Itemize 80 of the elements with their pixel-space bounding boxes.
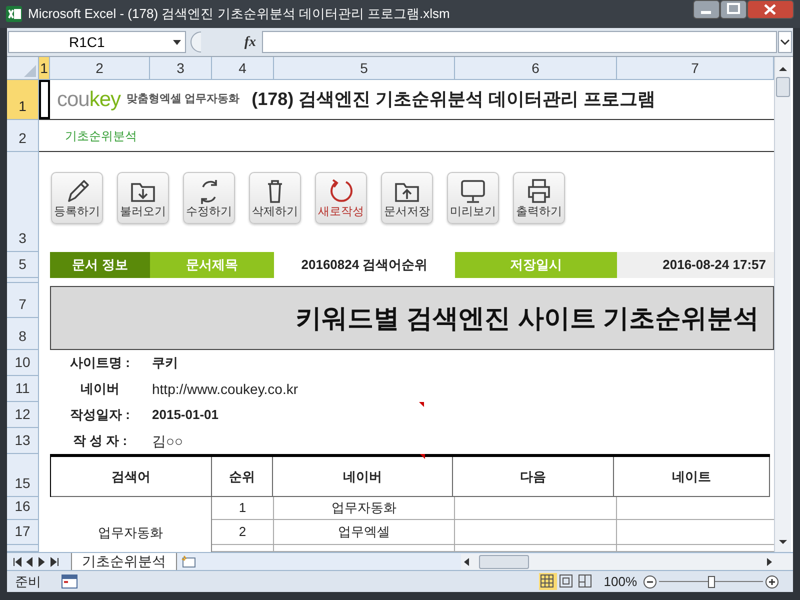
row-header[interactable]: 15	[7, 454, 39, 497]
scrollbar-thumb[interactable]	[479, 554, 529, 568]
zoom-in-icon[interactable]	[765, 574, 779, 588]
status-text: 준비	[14, 572, 42, 591]
info-label: 문서제목	[150, 252, 274, 278]
field-label: 사이트명 :	[69, 354, 131, 372]
report-title: 키워드별 검색엔진 사이트 기초순위분석	[50, 286, 774, 350]
excel-logo-icon	[6, 6, 22, 22]
row-header[interactable]: 10	[7, 350, 39, 376]
column-heading: 순위	[212, 457, 273, 497]
sheet-title: (178) 검색엔진 기초순위분석 데이터관리 프로그램	[252, 88, 656, 111]
toolbar-button[interactable]: 삭제하기	[249, 172, 301, 224]
column-header[interactable]: 4	[212, 57, 274, 79]
field-value: 쿠키	[152, 354, 178, 372]
macro-record-icon[interactable]	[61, 574, 79, 590]
row-header[interactable]: 3	[7, 152, 39, 252]
minimize-icon[interactable]	[693, 0, 720, 19]
active-cell[interactable]	[39, 80, 50, 119]
row-header[interactable]: 17	[7, 520, 39, 545]
saved-date-value: 2016-08-24 17:57	[617, 252, 774, 278]
zoom-out-icon[interactable]	[643, 574, 657, 588]
field-label: 작성일자 :	[69, 406, 131, 424]
window-title: Microsoft Excel - (178) 검색엔진 기초순위분석 데이터관리 프로그램.xlsm	[28, 5, 451, 24]
comment-marker-icon	[420, 454, 425, 459]
column-heading: 검색어	[51, 457, 212, 497]
brand-tagline: 맞춤형엑셀 업무자동화	[126, 92, 240, 108]
zoom-level: 100%	[604, 572, 637, 591]
column-header[interactable]: 6	[455, 57, 617, 79]
normal-view-icon[interactable]	[538, 573, 557, 590]
table-cell: 업무엑셀	[274, 520, 455, 545]
column-header[interactable]: 5	[274, 57, 455, 79]
formula-input[interactable]	[262, 31, 777, 53]
row-header[interactable]: 7	[7, 283, 39, 318]
row-header[interactable]: 2	[7, 120, 39, 152]
row-header[interactable]: 8	[7, 318, 39, 350]
comment-marker-icon	[419, 402, 424, 407]
column-heading: 다음	[453, 457, 614, 497]
name-box[interactable]: R1C1	[8, 31, 186, 53]
row-header[interactable]: 5	[7, 252, 39, 278]
row-header[interactable]: 11	[7, 376, 39, 402]
close-icon[interactable]	[747, 0, 794, 19]
scrollbar-thumb[interactable]	[776, 77, 790, 97]
row-header[interactable]: 1	[7, 80, 39, 120]
toolbar-button[interactable]: 출력하기	[513, 172, 565, 224]
row-header[interactable]: 12	[7, 402, 39, 428]
keyword-cell: 업무자동화	[50, 520, 212, 545]
table-cell: 2	[212, 520, 274, 545]
sheet-tab[interactable]: 기초순위분석	[71, 552, 177, 570]
toolbar-button[interactable]: 문서저장	[381, 172, 433, 224]
toolbar-button[interactable]: 수정하기	[183, 172, 235, 224]
column-header[interactable]: 2	[50, 57, 150, 79]
row-header[interactable]: 16	[7, 497, 39, 520]
column-heading: 네이버	[273, 457, 453, 497]
zoom-slider-thumb[interactable]	[708, 576, 714, 588]
expand-handle-icon	[188, 31, 202, 53]
section-label: 기초순위분석	[65, 128, 137, 144]
column-header[interactable]: 1	[39, 57, 50, 79]
toolbar-button[interactable]: 불러오기	[117, 172, 169, 224]
toolbar-button[interactable]: 미리보기	[447, 172, 499, 224]
info-label: 문서 정보	[50, 252, 150, 278]
insert-function-button[interactable]: fx	[202, 32, 262, 52]
field-value: http://www.coukey.co.kr	[152, 380, 298, 399]
document-title-value: 20160824 검색어순위	[300, 256, 429, 274]
cell-reference: R1C1	[69, 32, 105, 52]
expand-formula-icon[interactable]	[778, 31, 792, 53]
column-header[interactable]: 3	[150, 57, 212, 79]
info-label: 저장일시	[455, 252, 617, 278]
table-cell: 업무자동화	[274, 497, 455, 520]
field-value: 2015-01-01	[152, 406, 218, 424]
toolbar-button[interactable]: 등록하기	[51, 172, 103, 224]
brand-logo: coukey	[57, 86, 121, 113]
field-label: 네이버	[80, 380, 120, 398]
column-heading: 네이트	[614, 457, 770, 497]
dropdown-caret-icon	[173, 40, 181, 44]
row-header[interactable]: 13	[7, 428, 39, 454]
field-value: 김○○	[152, 432, 183, 450]
field-label: 작 성 자 :	[72, 432, 128, 450]
toolbar-button[interactable]: 새로작성	[315, 172, 367, 224]
table-cell: 1	[212, 497, 274, 520]
maximize-icon[interactable]	[720, 0, 747, 19]
